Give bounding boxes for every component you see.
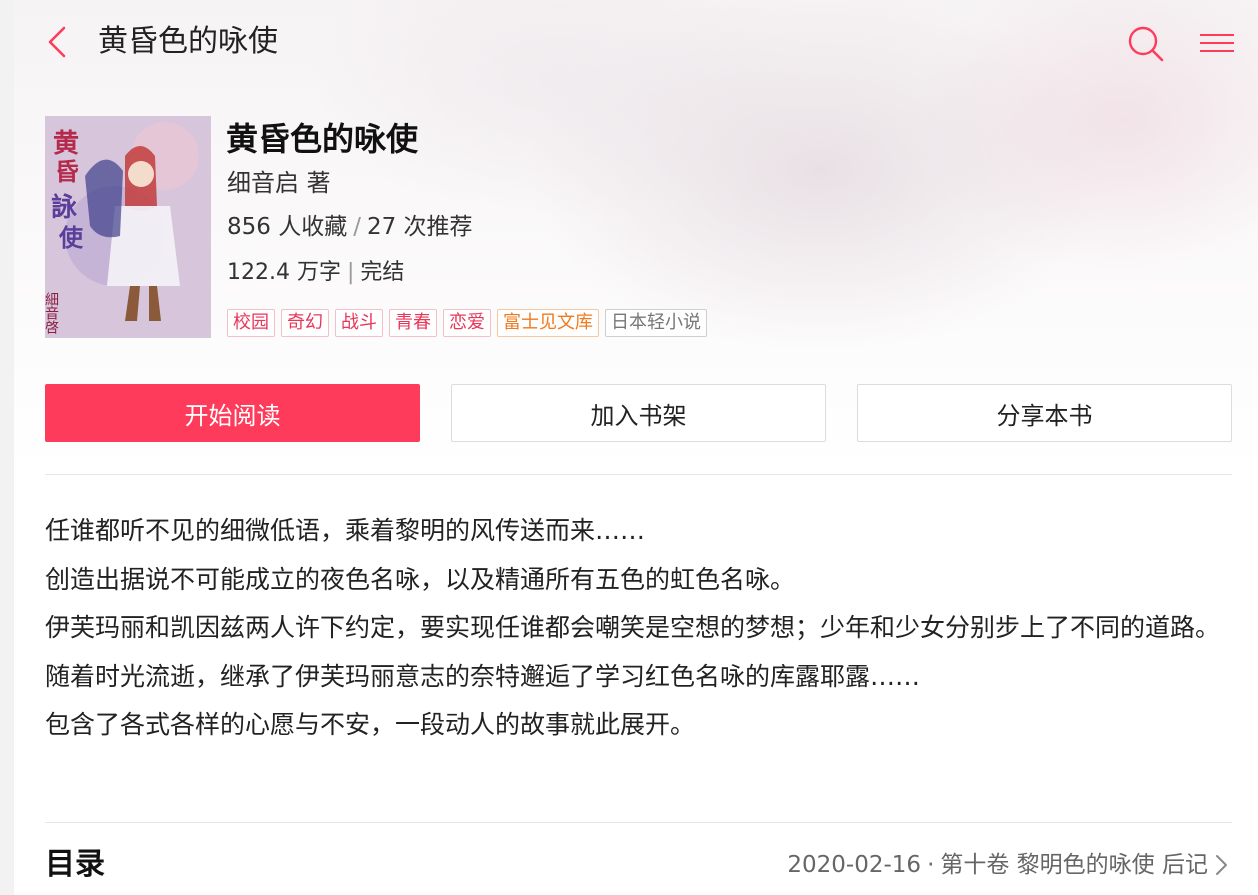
tag[interactable]: 奇幻 — [281, 309, 329, 337]
latest-date: 2020-02-16 — [787, 852, 922, 878]
separator: / — [353, 214, 361, 240]
tag[interactable]: 青春 — [389, 309, 437, 337]
book-author[interactable]: 细音启 著 — [227, 166, 331, 200]
description-line: 任谁都听不见的细微低语，乘着黎明的风传送而来…… — [45, 516, 646, 545]
description-line: 伊芙玛丽和凯因兹两人许下约定，要实现任谁都会嘲笑是空想的梦想；少年和少女分别步上… — [45, 613, 1221, 642]
description-line: 随着时光流逝，继承了伊芙玛丽意志的奈特邂逅了学习红色名咏的库露耶露…… — [45, 661, 921, 691]
chevron-right-icon — [1216, 855, 1227, 875]
svg-text:使: 使 — [58, 223, 84, 252]
left-edge-strip — [0, 0, 14, 895]
search-icon — [1128, 26, 1164, 62]
book-meta: 122.4 万字 | 完结 — [227, 256, 404, 290]
description-line: 创造出据说不可能成立的夜色名咏，以及精通所有五色的虹色名咏。 — [45, 564, 796, 594]
add-to-shelf-button[interactable]: 加入书架 — [451, 384, 826, 442]
tag-category[interactable]: 日本轻小说 — [605, 309, 707, 337]
tag-list: 校园 奇幻 战斗 青春 恋爱 富士见文库 日本轻小说 — [227, 309, 707, 337]
page-title: 黄昏色的咏使 — [98, 24, 278, 59]
separator-dot: · — [927, 852, 935, 878]
tag[interactable]: 恋爱 — [443, 309, 491, 337]
toc-title: 目录 — [45, 847, 105, 882]
start-reading-button[interactable]: 开始阅读 — [45, 384, 420, 442]
back-button[interactable] — [40, 22, 80, 62]
tag[interactable]: 战斗 — [335, 309, 383, 337]
book-description: 任谁都听不见的细微低语，乘着黎明的风传送而来…… 创造出据说不可能成立的夜色名咏… — [45, 507, 1240, 750]
divider — [45, 474, 1232, 475]
search-button[interactable] — [1124, 22, 1168, 66]
svg-text:昏: 昏 — [55, 157, 79, 186]
divider — [45, 822, 1232, 823]
share-book-button[interactable]: 分享本书 — [857, 384, 1232, 442]
word-count: 122.4 万字 — [227, 260, 341, 285]
cover-author-text: 細音啓 — [45, 292, 59, 334]
latest-chapter: 第十卷 黎明色的咏使 后记 — [940, 852, 1208, 878]
book-cover[interactable]: 黄 昏 詠 使 細音啓 — [45, 116, 211, 338]
action-bar: 开始阅读 加入书架 分享本书 — [45, 384, 1232, 442]
book-stats: 856 人收藏/27 次推荐 — [227, 210, 473, 244]
tag-publisher[interactable]: 富士见文库 — [497, 309, 599, 337]
book-status: 完结 — [360, 260, 405, 285]
description-line: 包含了各式各样的心愿与不安，一段动人的故事就此展开。 — [45, 710, 696, 739]
book-title: 黄昏色的咏使 — [226, 120, 419, 158]
recommend-count: 27 次推荐 — [366, 214, 473, 240]
cover-illustration: 黄 昏 詠 使 細音啓 — [45, 116, 211, 338]
latest-chapter-link[interactable]: 2020-02-16 · 第十卷 黎明色的咏使 后记 — [787, 848, 1230, 882]
tag[interactable]: 校园 — [227, 309, 275, 337]
top-bar: 黄昏色的咏使 — [0, 0, 1258, 86]
chevron-left-icon — [48, 26, 66, 58]
separator: | — [346, 260, 355, 285]
favorites-count: 856 人收藏 — [227, 214, 348, 240]
menu-button[interactable] — [1196, 28, 1238, 58]
svg-text:詠: 詠 — [51, 192, 77, 223]
svg-text:黄: 黄 — [53, 129, 79, 159]
menu-icon — [1200, 34, 1234, 52]
